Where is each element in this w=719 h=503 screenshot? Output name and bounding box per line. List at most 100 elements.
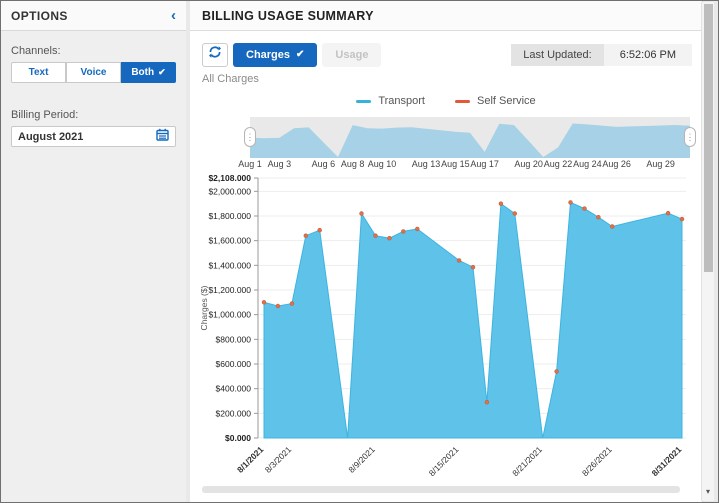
billing-period-label: Billing Period: bbox=[11, 109, 79, 121]
x-tick-label: 8/9/2021 bbox=[346, 444, 377, 475]
self-service-point-marker bbox=[554, 369, 559, 374]
check-icon: ✔ bbox=[296, 49, 305, 60]
last-updated-label: Last Updated: bbox=[511, 43, 604, 66]
chart-legend: Transport Self Service bbox=[190, 95, 702, 107]
self-service-point-marker bbox=[596, 214, 601, 220]
self-service-point-marker bbox=[665, 210, 671, 216]
options-sidebar: OPTIONS ‹ Channels: Text Voice Both ✔ Bi… bbox=[1, 1, 186, 502]
self-service-point-marker bbox=[401, 229, 406, 234]
navigator-tick-label: Aug 10 bbox=[367, 159, 397, 169]
channel-both-label: Both bbox=[131, 67, 155, 78]
check-icon: ✔ bbox=[158, 67, 166, 77]
self-service-point-marker bbox=[568, 200, 573, 205]
self-service-point-marker bbox=[289, 301, 295, 306]
chart-range-navigator[interactable]: ⋮ ⋮ bbox=[244, 117, 696, 158]
tab-usage-label: Usage bbox=[335, 48, 369, 61]
channel-text-button[interactable]: Text bbox=[11, 62, 66, 83]
navigator-tick-label: Aug 17 bbox=[470, 159, 499, 169]
x-tick-label: 8/1/2021 bbox=[235, 444, 266, 475]
tab-charges[interactable]: Charges ✔ bbox=[233, 42, 318, 67]
self-service-point-marker bbox=[610, 224, 615, 229]
billing-usage-window: OPTIONS ‹ Channels: Text Voice Both ✔ Bi… bbox=[0, 0, 719, 503]
scroll-down-arrow-icon[interactable]: ▾ bbox=[702, 487, 714, 496]
options-title: OPTIONS bbox=[11, 8, 68, 23]
legend-item-transport[interactable]: Transport bbox=[356, 95, 425, 107]
self-service-point-marker bbox=[359, 211, 364, 216]
options-content: Channels: Text Voice Both ✔ Billing Peri… bbox=[1, 31, 186, 157]
page-vertical-scrollbar[interactable]: ▾ bbox=[701, 2, 714, 501]
legend-transport-label: Transport bbox=[378, 95, 425, 107]
calendar-icon[interactable] bbox=[156, 128, 169, 146]
x-tick-label: 8/26/2021 bbox=[580, 444, 614, 477]
navigator-left-handle-icon[interactable]: ⋮ bbox=[244, 127, 256, 147]
y-tick-label: $2,108.000 bbox=[208, 173, 251, 183]
self-service-point-marker bbox=[512, 211, 517, 216]
self-service-line-icon bbox=[454, 99, 470, 103]
navigator-series-area bbox=[250, 123, 690, 158]
tab-usage[interactable]: Usage bbox=[322, 42, 382, 67]
channels-label: Channels: bbox=[11, 45, 61, 57]
options-header: OPTIONS ‹ bbox=[1, 1, 186, 31]
chevron-left-icon[interactable]: ‹ bbox=[171, 8, 176, 23]
transport-line-icon bbox=[356, 99, 372, 103]
self-service-point-marker bbox=[387, 235, 392, 241]
legend-self-service-label: Self Service bbox=[476, 95, 536, 107]
navigator-tick-label: Aug 29 bbox=[646, 159, 675, 169]
navigator-axis-labels: Aug 1 Aug 3 Aug 6 Aug 8 Aug 10 Aug 13 Aug 15 Au… bbox=[238, 159, 690, 171]
self-service-point-marker bbox=[317, 227, 322, 233]
self-service-point-marker bbox=[470, 264, 476, 270]
y-tick-label: $200.000 bbox=[216, 408, 252, 418]
navigator-tick-label: Aug 15 bbox=[441, 159, 470, 169]
self-service-point-marker bbox=[303, 233, 309, 238]
x-tick-label: 8/15/2021 bbox=[427, 444, 461, 477]
scrollbar-thumb[interactable] bbox=[704, 4, 713, 272]
navigator-tick-label: Aug 13 bbox=[411, 159, 441, 169]
channel-button-group: Text Voice Both ✔ bbox=[11, 62, 176, 83]
self-service-point-marker bbox=[456, 258, 462, 263]
y-tick-label: $0.000 bbox=[225, 433, 251, 443]
self-service-point-marker bbox=[261, 300, 267, 305]
y-tick-label: $800.000 bbox=[216, 334, 252, 344]
charges-chart[interactable]: $0.000 $200.000 $400.000 $600.000 $800.000 $1… bbox=[194, 171, 700, 478]
y-tick-label: $1,400.000 bbox=[208, 260, 251, 270]
y-tick-label: $1,000.000 bbox=[208, 310, 251, 320]
x-tick-label: 8/3/2021 bbox=[263, 444, 294, 475]
self-service-point-marker bbox=[373, 233, 378, 238]
navigator-tick-label: Aug 20 bbox=[514, 159, 543, 169]
navigator-tick-label: Aug 26 bbox=[602, 159, 631, 169]
channel-both-button[interactable]: Both ✔ bbox=[121, 62, 176, 83]
refresh-icon bbox=[208, 45, 222, 64]
navigator-tick-label: Aug 6 bbox=[311, 159, 336, 169]
y-tick-label: $1,800.000 bbox=[208, 211, 251, 221]
y-tick-label: $600.000 bbox=[216, 359, 252, 369]
billing-summary-header: BILLING USAGE SUMMARY bbox=[190, 1, 702, 31]
navigator-tick-label: Aug 22 bbox=[543, 159, 573, 169]
self-service-point-marker bbox=[582, 206, 587, 211]
self-service-point-marker bbox=[679, 216, 685, 222]
y-axis-title: Charges ($) bbox=[199, 285, 209, 330]
navigator-area-chart bbox=[250, 123, 690, 158]
billing-summary-panel: BILLING USAGE SUMMARY Charges ✔ Usage La… bbox=[190, 1, 703, 502]
billing-period-value: August 2021 bbox=[18, 130, 84, 143]
navigator-tick-label: Aug 3 bbox=[267, 159, 292, 169]
page-title: BILLING USAGE SUMMARY bbox=[202, 8, 374, 23]
self-service-point-marker bbox=[484, 400, 490, 405]
transport-series-area bbox=[263, 201, 683, 439]
navigator-tick-label: Aug 8 bbox=[340, 159, 365, 169]
billing-period-input[interactable]: August 2021 bbox=[11, 126, 176, 147]
y-tick-label: $1,200.000 bbox=[208, 285, 251, 295]
navigator-tick-label: Aug 1 bbox=[238, 159, 262, 169]
last-updated-value: 6:52:06 PM bbox=[603, 43, 692, 66]
legend-item-self-service[interactable]: Self Service bbox=[454, 95, 536, 107]
x-tick-label: 8/31/2021 bbox=[650, 444, 684, 477]
channel-voice-button[interactable]: Voice bbox=[66, 62, 121, 83]
chart-horizontal-scrollbar[interactable] bbox=[202, 486, 680, 493]
y-tick-label: $400.000 bbox=[216, 384, 252, 394]
navigator-tick-label: Aug 24 bbox=[573, 159, 602, 169]
channel-voice-label: Voice bbox=[80, 67, 107, 78]
y-tick-label: $2,000.000 bbox=[208, 186, 251, 196]
refresh-button[interactable] bbox=[202, 42, 228, 67]
charges-area-chart[interactable]: $0.000 $200.000 $400.000 $600.000 $800.000 $1… bbox=[194, 171, 700, 478]
last-updated-chip: Last Updated: 6:52:06 PM bbox=[511, 43, 692, 66]
navigator-right-handle-icon[interactable]: ⋮ bbox=[684, 127, 696, 147]
